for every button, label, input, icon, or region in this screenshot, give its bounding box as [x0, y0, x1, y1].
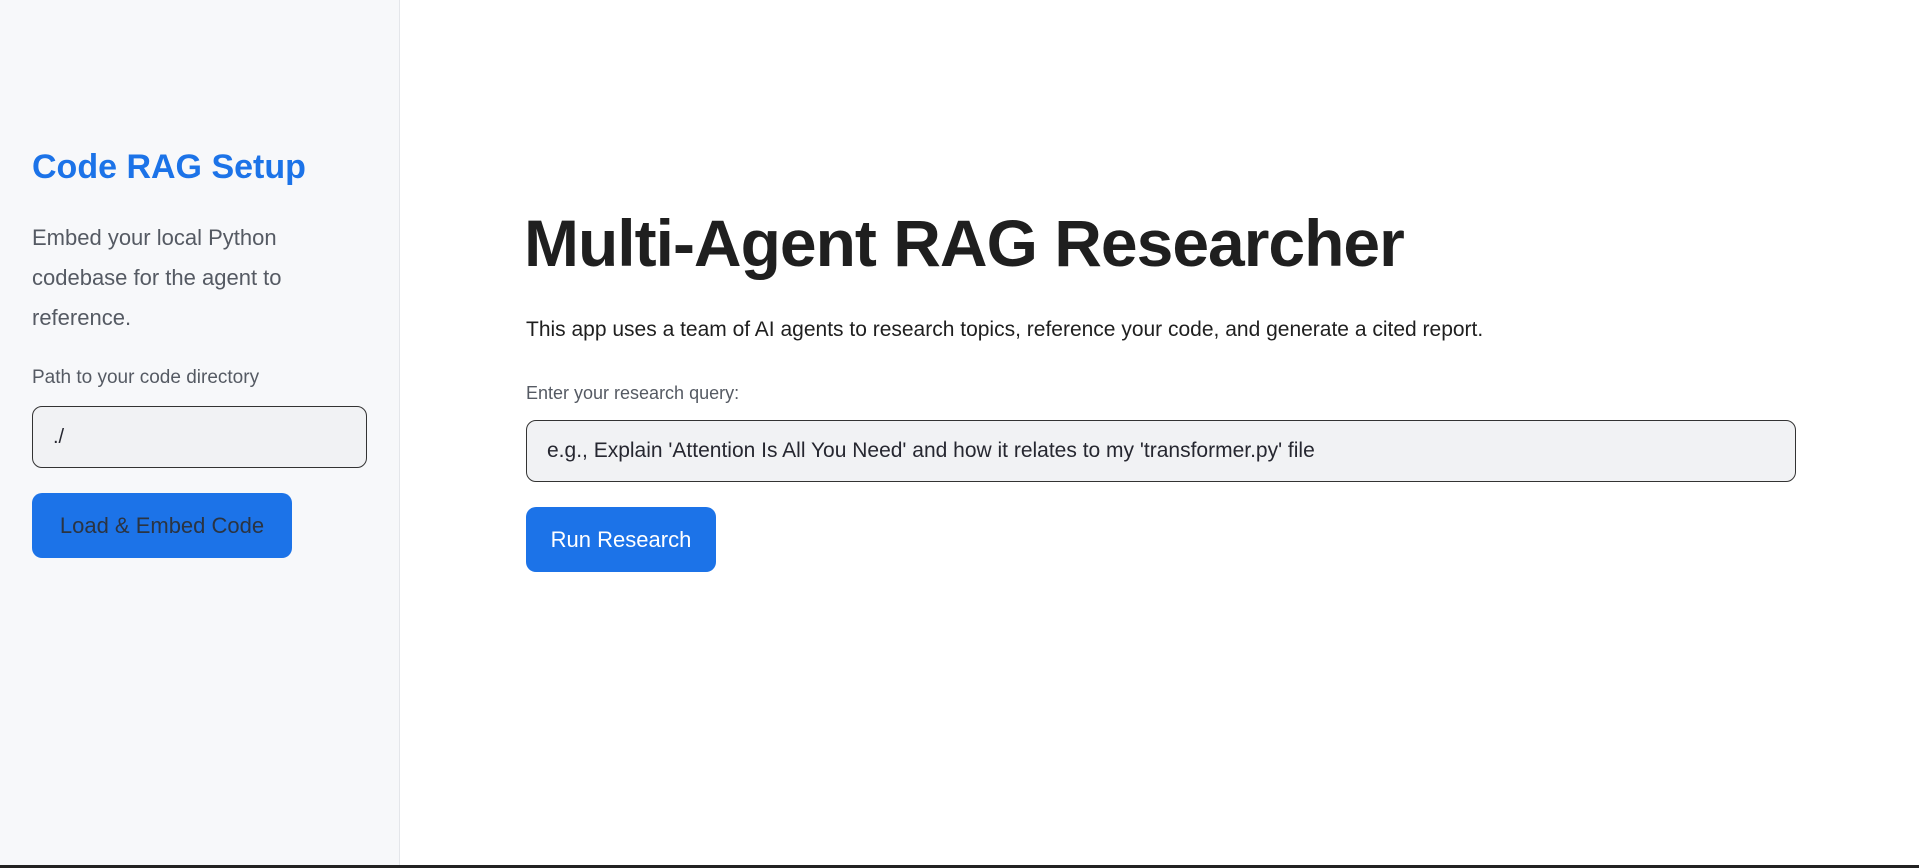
run-research-button[interactable]: Run Research: [526, 507, 716, 572]
page-title: Multi-Agent RAG Researcher: [524, 206, 1405, 280]
path-label: Path to your code directory: [32, 367, 260, 388]
sidebar-title: Code RAG Setup: [32, 148, 306, 186]
load-embed-button[interactable]: Load & Embed Code: [32, 493, 292, 558]
path-input[interactable]: [32, 406, 367, 468]
query-input[interactable]: [526, 420, 1796, 482]
sidebar: Code RAG Setup Embed your local Python c…: [0, 0, 400, 866]
page-subtitle: This app uses a team of AI agents to res…: [526, 318, 1484, 341]
sidebar-description: Embed your local Python codebase for the…: [32, 225, 282, 330]
query-label: Enter your research query:: [526, 383, 740, 403]
